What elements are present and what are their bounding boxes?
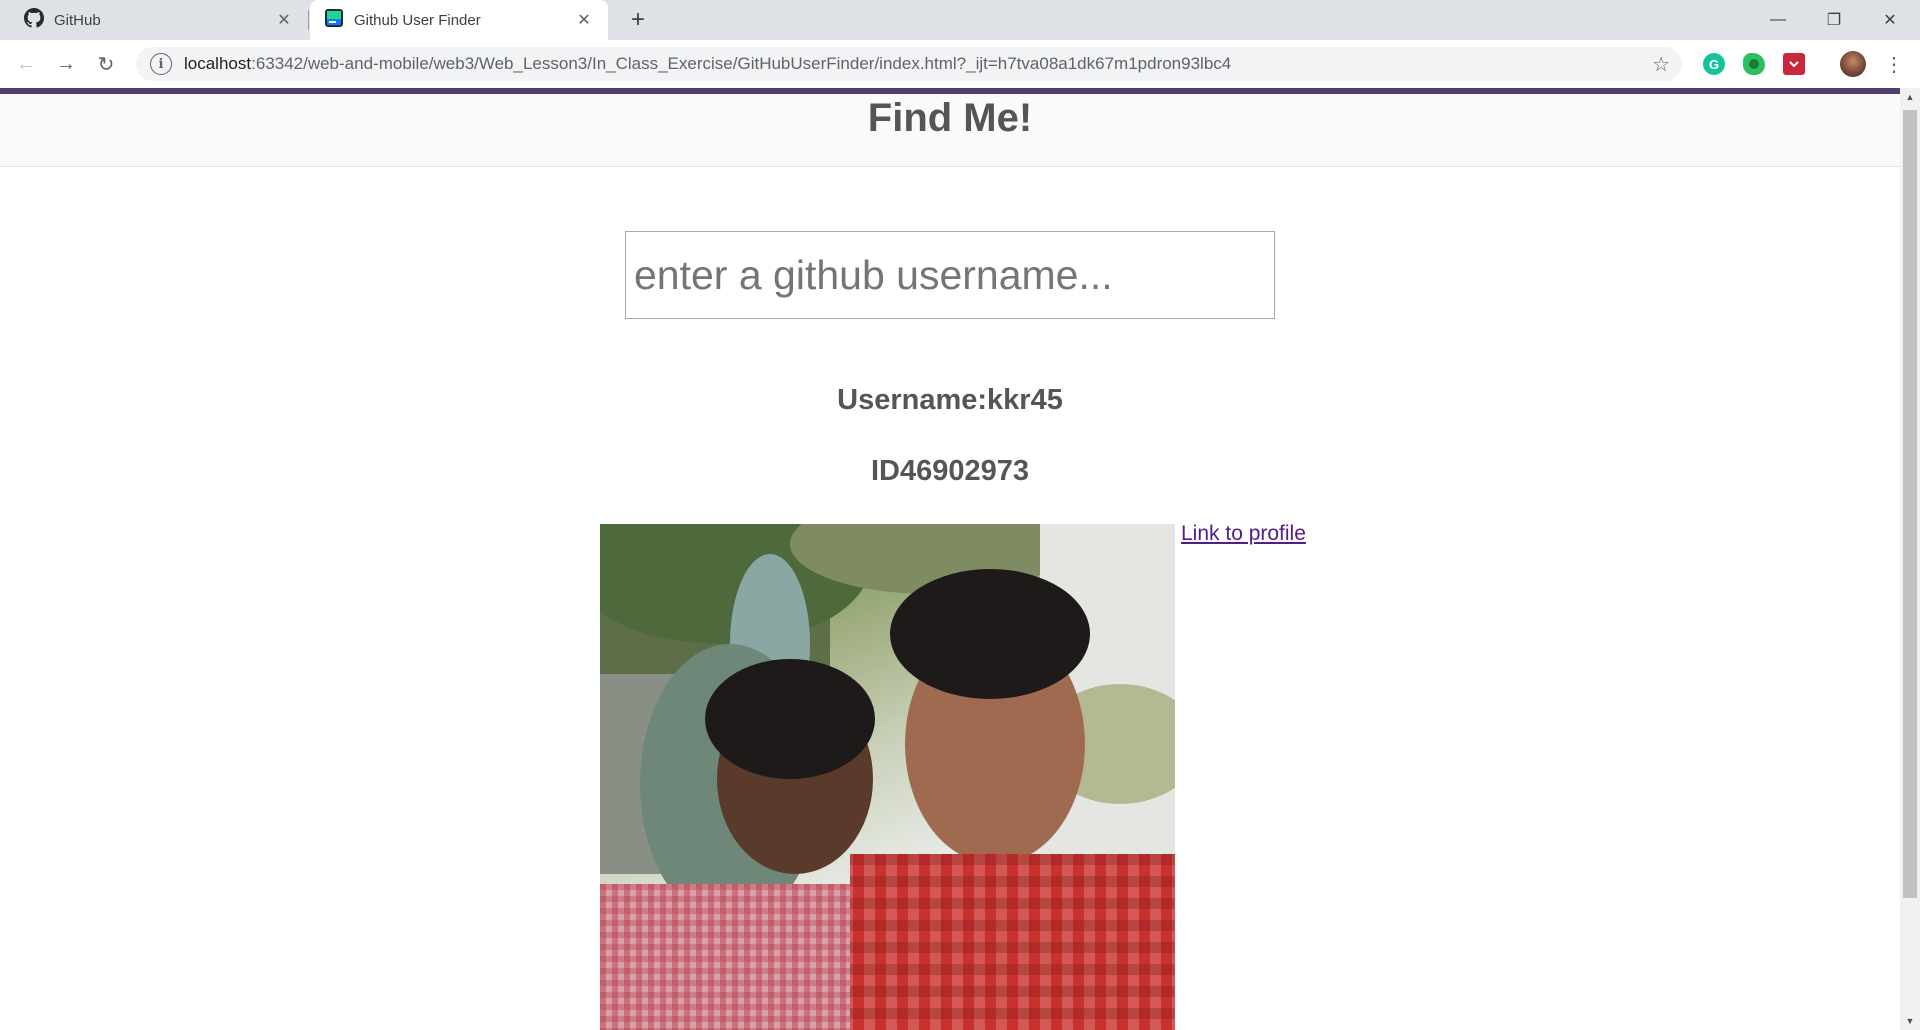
menu-dots-icon[interactable]: ⋮ (1878, 48, 1910, 80)
page-title: Find Me! (867, 96, 1033, 140)
address-bar[interactable]: i localhost:63342/web-and-mobile/web3/We… (136, 47, 1682, 81)
info-icon[interactable]: i (150, 53, 172, 75)
pocket-icon[interactable] (1783, 53, 1805, 75)
new-tab-button[interactable]: + (624, 6, 652, 34)
scroll-down-icon[interactable]: ▼ (1900, 1012, 1920, 1030)
app-favicon (324, 8, 344, 32)
minimize-icon[interactable]: — (1750, 0, 1806, 40)
scroll-up-icon[interactable]: ▲ (1900, 88, 1920, 106)
user-avatar (600, 524, 1175, 1030)
profile-link[interactable]: Link to profile (1181, 522, 1306, 546)
page-content: Find Me! Username:kkr45 ID46902973 (0, 94, 1900, 1030)
forward-icon[interactable]: → (50, 48, 82, 80)
tab-title: Github User Finder (354, 11, 481, 29)
username-heading: Username:kkr45 (837, 384, 1063, 416)
back-icon[interactable]: ← (10, 48, 42, 80)
profile-avatar-icon[interactable] (1840, 51, 1866, 77)
github-username-input[interactable] (625, 231, 1275, 319)
tab-github-user-finder[interactable]: Github User Finder ✕ (310, 0, 608, 40)
tab-title: GitHub (54, 11, 101, 29)
close-tab-icon[interactable]: ✕ (274, 10, 294, 30)
close-tab-icon[interactable]: ✕ (574, 10, 594, 30)
github-icon (24, 8, 44, 32)
bookmark-star-icon[interactable]: ☆ (1652, 52, 1670, 77)
tab-strip: GitHub ✕ Github User Finder ✕ + — ❐ ✕ (0, 0, 1920, 40)
reload-icon[interactable]: ↻ (90, 48, 122, 80)
close-window-icon[interactable]: ✕ (1862, 0, 1918, 40)
page-scrollbar[interactable]: ▲ ▼ (1900, 88, 1920, 1030)
tab-github[interactable]: GitHub ✕ (10, 0, 308, 40)
tab-divider (308, 10, 309, 30)
restore-icon[interactable]: ❐ (1806, 0, 1862, 40)
page-header: Find Me! (0, 94, 1900, 167)
evernote-icon[interactable] (1743, 53, 1765, 75)
scrollbar-thumb[interactable] (1903, 110, 1917, 898)
user-id-heading: ID46902973 (870, 455, 1030, 487)
grammarly-icon[interactable]: G (1703, 53, 1725, 75)
browser-toolbar: ← → ↻ i localhost:63342/web-and-mobile/w… (0, 40, 1920, 88)
url-text: localhost:63342/web-and-mobile/web3/Web_… (184, 54, 1232, 73)
